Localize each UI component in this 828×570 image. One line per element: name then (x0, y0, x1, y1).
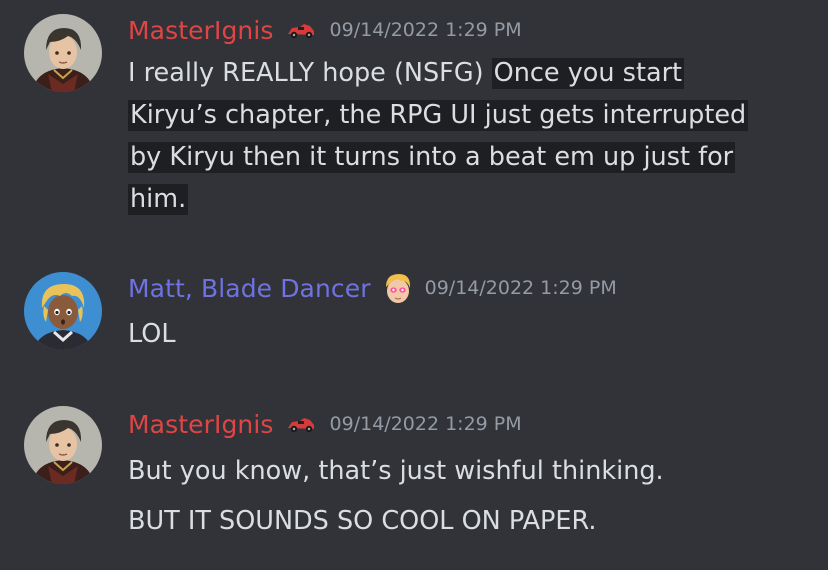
avatar-matt-blade-dancer[interactable] (24, 272, 102, 350)
message-line: by Kiryu then it turns into a beat em up… (128, 136, 736, 178)
message-header: Matt, Blade Dancer 09/14/2022 1:29 PM (128, 271, 617, 305)
message-header: MasterIgnis 09/14/2022 1:29 PM (128, 13, 522, 47)
message-line: BUT IT SOUNDS SO COOL ON PAPER. (128, 500, 596, 542)
avatar-masterignis[interactable] (24, 14, 102, 92)
blonde-character-emoji-icon (381, 271, 415, 305)
username[interactable]: MasterIgnis (128, 410, 274, 439)
timestamp: 09/14/2022 1:29 PM (329, 413, 522, 435)
message-line: him. (128, 178, 189, 220)
message-line: But you know, that’s just wishful thinki… (128, 450, 664, 492)
highlighted-text: Once you start (491, 58, 685, 89)
message-text: But you know, that’s just wishful thinki… (128, 456, 664, 486)
message-text: LOL (128, 319, 176, 349)
red-car-icon (286, 414, 316, 434)
avatar-masterignis[interactable] (24, 406, 102, 484)
red-car-icon (286, 20, 316, 40)
timestamp: 09/14/2022 1:29 PM (424, 277, 617, 299)
highlighted-text: by Kiryu then it turns into a beat em up… (128, 142, 736, 173)
message-header: MasterIgnis 09/14/2022 1:29 PM (128, 407, 522, 441)
highlighted-text: him. (128, 184, 189, 215)
message-line: I really REALLY hope (NSFG) Once you sta… (128, 52, 685, 94)
message-text: I really REALLY hope (NSFG) (128, 58, 492, 88)
message-text: BUT IT SOUNDS SO COOL ON PAPER. (128, 506, 597, 536)
message-line: LOL (128, 313, 176, 355)
username[interactable]: MasterIgnis (128, 16, 274, 45)
timestamp: 09/14/2022 1:29 PM (329, 19, 522, 41)
username[interactable]: Matt, Blade Dancer (128, 274, 371, 303)
highlighted-text: Kiryu’s chapter, the RPG UI just gets in… (128, 100, 749, 131)
message-line: Kiryu’s chapter, the RPG UI just gets in… (128, 94, 749, 136)
